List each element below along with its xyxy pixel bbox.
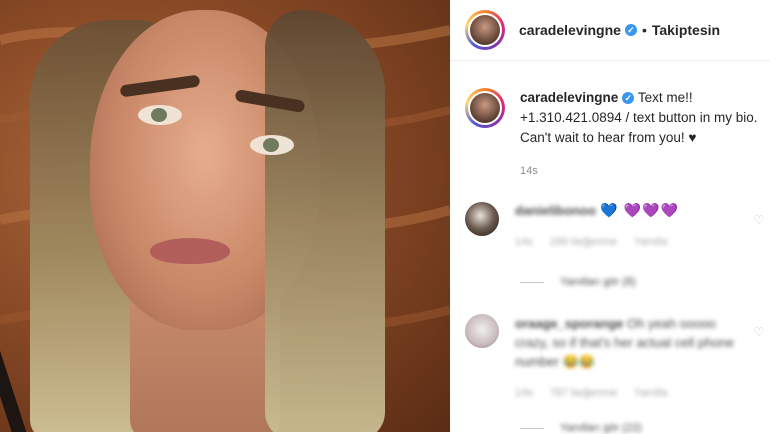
comment-avatar[interactable] [465, 314, 499, 348]
lips [150, 238, 230, 264]
post-header: caradelevingne ✓ • Takiptesin [450, 0, 770, 61]
view-replies[interactable]: Yanıtları gör (22) [520, 422, 642, 434]
caption: caradelevingne ✓ Text me!! +1.310.421.089… [465, 88, 765, 148]
verified-badge-icon: ✓ [624, 24, 637, 36]
post-side-panel: caradelevingne ✓ • Takiptesin caradelevi… [450, 0, 770, 434]
divider [520, 427, 544, 429]
view-replies[interactable]: Yanıtları gör (8) [520, 276, 636, 288]
view-replies-label[interactable]: Yanıtları gör (8) [560, 276, 636, 288]
comment-item: danielibonoo 💙 💜💜💜 14s 299 beğenme Yanıt… [465, 202, 765, 248]
divider [520, 281, 544, 283]
hair-right [265, 10, 385, 432]
verified-badge-icon: ✓ [622, 92, 635, 105]
header-username[interactable]: caradelevingne [519, 22, 621, 38]
comment-likes[interactable]: 299 beğenme [550, 236, 617, 248]
caption-text-block: caradelevingne ✓ Text me!! +1.310.421.089… [520, 88, 760, 148]
caption-avatar[interactable] [465, 88, 505, 128]
comment-username[interactable]: oraage_sporange [515, 316, 623, 331]
reply-button[interactable]: Yanıtla [634, 387, 667, 399]
post-image[interactable] [0, 0, 450, 432]
comment-meta: 14s 787 beğenme Yanıtla [515, 387, 747, 399]
heart-outline-icon[interactable]: ♡ [753, 326, 765, 338]
comment-avatar[interactable] [465, 202, 499, 236]
avatar[interactable] [465, 10, 505, 50]
reply-button[interactable]: Yanıtla [634, 236, 667, 248]
eye-right [250, 135, 294, 155]
comment-likes[interactable]: 787 beğenme [550, 387, 617, 399]
comment-time: 14s [515, 236, 533, 248]
heart-outline-icon[interactable]: ♡ [753, 214, 765, 226]
comment-text: 💙 💜💜💜 [600, 202, 679, 218]
caption-timestamp: 14s [520, 165, 538, 177]
separator-dot: • [641, 22, 647, 38]
comment-item: oraage_sporange Oh yeah ooooo crazy, so … [465, 314, 765, 399]
follow-status-button[interactable]: Takiptesin [652, 22, 720, 38]
view-replies-label[interactable]: Yanıtları gör (22) [560, 422, 642, 434]
comment-meta: 14s 299 beğenme Yanıtla [515, 236, 747, 248]
comment-time: 14s [515, 387, 533, 399]
caption-username[interactable]: caradelevingne [520, 90, 618, 105]
eye-left [138, 105, 182, 125]
comment-username[interactable]: danielibonoo [515, 203, 596, 218]
